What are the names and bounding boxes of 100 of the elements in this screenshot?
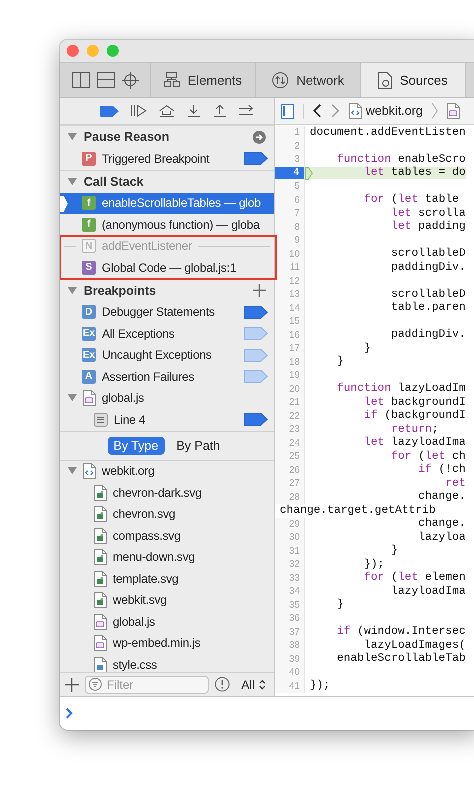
step-into-icon[interactable] <box>187 104 201 118</box>
forward-chevron-icon[interactable] <box>331 104 340 118</box>
item-label: menu-down.svg <box>113 550 196 564</box>
code-line: } <box>363 342 372 355</box>
image-file-icon <box>94 592 107 608</box>
breakpoint-marker-icon[interactable] <box>244 348 268 362</box>
disclosure-triangle-icon[interactable] <box>68 394 77 402</box>
resource-row[interactable]: template.svg <box>60 568 274 590</box>
call-frame-row[interactable]: S Global Code — global.js:1 <box>60 257 276 278</box>
disclosure-triangle-icon[interactable] <box>68 178 77 186</box>
call-frame-row[interactable]: f (anonymous function) — globa <box>60 214 274 236</box>
code-line: scrollableD <box>390 248 466 260</box>
plus-icon[interactable] <box>253 284 266 297</box>
plus-icon[interactable] <box>65 678 79 692</box>
code-line: enableScrollableTab <box>336 653 466 666</box>
breakpoint-row[interactable]: Ex All Exceptions <box>60 323 274 344</box>
line-number: 20 <box>289 384 301 395</box>
breakpoint-row[interactable]: A Assertion Failures <box>60 366 274 388</box>
breakpoint-row[interactable]: Line 4 <box>60 409 274 430</box>
code-line: for (let elemen <box>363 572 466 584</box>
script-file-icon <box>446 103 460 119</box>
breakpoint-line-number[interactable]: 4 <box>275 167 304 180</box>
resource-row[interactable]: style.css <box>60 654 274 672</box>
step-icon[interactable] <box>239 105 254 117</box>
code-line: } <box>336 356 344 368</box>
code-line: change. <box>417 518 466 530</box>
breakpoint-marker-icon[interactable] <box>244 370 268 384</box>
breakpoints-toggle-icon[interactable] <box>100 106 119 116</box>
line-number: 13 <box>289 289 301 300</box>
breakpoint-row[interactable]: D Debugger Statements <box>60 302 274 323</box>
scope-button[interactable]: By Type <box>108 436 165 454</box>
section-title: Breakpoints <box>84 284 156 298</box>
tab[interactable]: Elements <box>151 63 256 97</box>
scope-button[interactable]: By Path <box>170 436 226 454</box>
dock-bottom-icon[interactable] <box>96 72 114 88</box>
sidebar-toggle-icon[interactable] <box>281 104 294 118</box>
breakpoint-marker-icon[interactable] <box>244 327 268 340</box>
pause-reason-item[interactable]: P Triggered Breakpoint <box>60 148 274 170</box>
continue-icon[interactable] <box>131 105 147 117</box>
resource-row[interactable]: compass.svg <box>60 525 274 546</box>
code-line: function enableScro <box>336 154 466 166</box>
line-number: 27 <box>289 478 301 490</box>
code-line: paddingDiv. <box>390 262 466 274</box>
type-badge: S <box>82 260 96 275</box>
arrow-circle-icon[interactable] <box>253 130 266 144</box>
item-label: chevron-dark.svg <box>113 486 202 500</box>
line-number: 14 <box>289 302 301 314</box>
back-chevron-icon[interactable] <box>313 104 322 118</box>
resource-row[interactable]: global.js <box>60 611 274 632</box>
code-line: } <box>336 599 344 612</box>
call-frame-row[interactable]: f enableScrollableTables — glob <box>60 192 274 214</box>
breakpoint-marker-icon[interactable] <box>244 413 268 426</box>
code-line: let scrolla <box>390 208 466 220</box>
breadcrumb[interactable]: webkit.org <box>349 103 423 119</box>
disclosure-triangle-icon[interactable] <box>68 286 77 294</box>
scope-popup[interactable]: All <box>240 678 268 692</box>
tab[interactable]: Sources <box>361 63 466 97</box>
breakpoint-row[interactable]: Ex Uncaught Exceptions <box>60 344 274 366</box>
line-number: 1 <box>294 127 301 138</box>
file-row[interactable]: global.js <box>60 388 274 409</box>
line-number: 12 <box>289 276 301 287</box>
warning-circle-icon[interactable] <box>214 677 230 692</box>
resource-row[interactable]: webkit.org <box>60 460 274 482</box>
code-line: return; <box>390 424 439 436</box>
disclosure-triangle-icon[interactable] <box>68 133 77 141</box>
line-number: 36 <box>289 613 301 624</box>
item-label: webkit.svg <box>113 593 168 608</box>
line-number: 24 <box>289 438 301 449</box>
stylesheet-file-icon <box>94 656 107 672</box>
section-header[interactable]: Breakpoints <box>60 278 274 302</box>
dock-side-icon[interactable] <box>72 72 90 88</box>
section-header[interactable]: Pause Reason <box>60 125 274 148</box>
line-number: 38 <box>289 640 301 652</box>
code-line: } <box>390 545 398 558</box>
filter-field[interactable]: Filter <box>85 676 209 694</box>
image-file-icon <box>94 528 107 544</box>
type-badge: f <box>82 218 96 232</box>
resource-row[interactable]: webkit.svg <box>60 590 274 611</box>
breakpoint-marker-icon[interactable] <box>244 152 268 166</box>
resource-row[interactable]: menu-down.svg <box>60 546 274 568</box>
resource-row[interactable]: chevron.svg <box>60 504 274 525</box>
step-out-icon[interactable] <box>213 104 227 118</box>
crosshair-icon[interactable] <box>122 72 138 88</box>
resource-row[interactable]: chevron-dark.svg <box>60 482 274 504</box>
prompt-chevron-icon <box>66 708 73 719</box>
disclosure-triangle-icon[interactable] <box>68 467 77 476</box>
breakpoint-marker-icon[interactable] <box>244 306 268 319</box>
resource-row[interactable]: wp-embed.min.js <box>60 632 274 654</box>
line-number: 7 <box>294 208 301 220</box>
section-title: Call Stack <box>84 174 144 188</box>
item-label: Uncaught Exceptions <box>102 348 212 362</box>
html-file-icon <box>349 103 362 119</box>
step-over-icon[interactable] <box>159 105 175 117</box>
line-number: 29 <box>289 518 301 530</box>
item-label: global.js <box>102 391 144 406</box>
line-number: 31 <box>289 546 301 557</box>
line-number: 3 <box>294 154 301 166</box>
close-button[interactable] <box>67 45 79 57</box>
item-label: Debugger Statements <box>102 305 215 320</box>
document-icon <box>378 72 392 88</box>
